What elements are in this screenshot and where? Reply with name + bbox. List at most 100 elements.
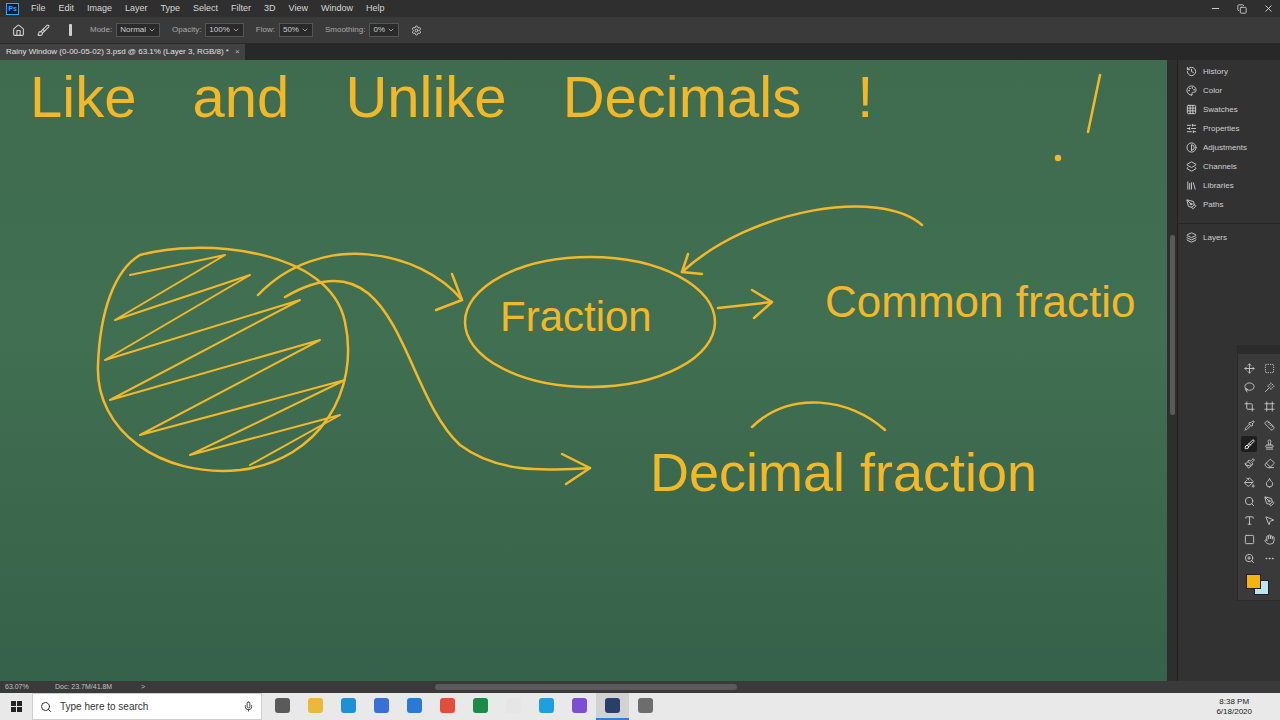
panel-tab[interactable]: Color — [1178, 81, 1280, 100]
tool-icon — [1244, 401, 1255, 412]
tool-button[interactable] — [1261, 550, 1277, 566]
windows-start-icon[interactable] — [0, 701, 32, 712]
canvas[interactable]: Like and Unlike Decimals !FractionCommon… — [0, 60, 1167, 681]
taskbar-app[interactable] — [365, 693, 398, 720]
menu-item[interactable]: Window — [321, 2, 353, 16]
taskbar-app[interactable] — [398, 693, 431, 720]
tool-button[interactable] — [1241, 398, 1257, 414]
tool-button[interactable] — [1241, 436, 1257, 452]
taskbar-app[interactable] — [497, 693, 530, 720]
taskbar-app[interactable] — [596, 693, 629, 720]
tool-button[interactable] — [1241, 493, 1257, 509]
menu-item[interactable]: Edit — [59, 2, 75, 16]
minimize-icon[interactable] — [1210, 3, 1221, 14]
panel-dock: HistoryColorSwatchesPropertiesAdjustment… — [1177, 60, 1280, 681]
panel-tab[interactable]: Swatches — [1178, 100, 1280, 119]
tool-button[interactable] — [1261, 474, 1277, 490]
menu-item[interactable]: 3D — [264, 2, 276, 16]
search-icon — [40, 701, 52, 713]
tool-button[interactable] — [1261, 455, 1277, 471]
tool-button[interactable] — [1261, 493, 1277, 509]
brush-preset[interactable] — [62, 22, 78, 38]
workspace: Like and Unlike Decimals !FractionCommon… — [0, 60, 1280, 681]
taskbar-app[interactable] — [464, 693, 497, 720]
tool-button[interactable] — [1261, 531, 1277, 547]
panel-tab[interactable]: Layers — [1178, 228, 1280, 247]
tool-button[interactable] — [1261, 417, 1277, 433]
tool-button[interactable] — [1261, 398, 1277, 414]
brush-tool-icon[interactable] — [37, 24, 50, 37]
app-icon — [374, 698, 389, 713]
tool-button[interactable] — [1261, 436, 1277, 452]
status-arrow[interactable]: > — [141, 682, 145, 693]
tool-icon — [1244, 553, 1255, 564]
tab-close-button[interactable]: × — [235, 46, 240, 58]
menu-item[interactable]: Filter — [231, 2, 251, 16]
smoothing-field[interactable]: 0% — [369, 23, 399, 37]
horizontal-scrollbar[interactable] — [435, 684, 737, 690]
flow-field[interactable]: 50% — [279, 23, 313, 37]
menu-item[interactable]: Select — [193, 2, 218, 16]
taskbar-app[interactable] — [332, 693, 365, 720]
panel-tab[interactable]: Adjustments — [1178, 138, 1280, 157]
panel-tab[interactable]: Paths — [1178, 195, 1280, 214]
home-icon[interactable] — [12, 24, 25, 37]
taskbar-app[interactable] — [563, 693, 596, 720]
tool-icon — [1244, 534, 1255, 545]
tool-button[interactable] — [1241, 550, 1257, 566]
tool-button[interactable] — [1241, 512, 1257, 528]
menu-item[interactable]: Help — [366, 2, 385, 16]
tool-button[interactable] — [1241, 474, 1257, 490]
opacity-field[interactable]: 100% — [205, 23, 243, 37]
restore-icon[interactable] — [1237, 4, 1247, 14]
panel-icon — [1186, 232, 1197, 243]
settings-icon[interactable] — [411, 25, 422, 36]
taskbar-app[interactable] — [431, 693, 464, 720]
color-swatches[interactable] — [1244, 572, 1274, 596]
zoom-level[interactable]: 63.07% — [5, 682, 55, 693]
tool-icon — [1264, 363, 1275, 374]
tool-button[interactable] — [1241, 379, 1257, 395]
panel-tab[interactable]: Libraries — [1178, 176, 1280, 195]
status-bar: 63.07%Doc: 23.7M/41.8M> — [0, 681, 1280, 693]
dropdown-icon — [232, 26, 240, 34]
panel-icon — [1186, 142, 1197, 153]
clock-date[interactable]: 6/18/2020 — [1216, 707, 1252, 717]
tool-button[interactable] — [1241, 531, 1257, 547]
document-tab[interactable]: Rainy Window (0-00-05-02) 3.psd @ 63.1% … — [0, 44, 245, 60]
menu-item[interactable]: Layer — [125, 2, 148, 16]
panel-tab[interactable]: Channels — [1178, 157, 1280, 176]
tool-button[interactable] — [1261, 379, 1277, 395]
fraction-label: Fraction — [500, 296, 652, 338]
menu-item[interactable]: View — [289, 2, 308, 16]
app-icon — [407, 698, 422, 713]
flow-label: Flow: — [256, 24, 275, 36]
tool-button[interactable] — [1241, 417, 1257, 433]
vertical-scrollbar[interactable] — [1167, 60, 1177, 681]
taskbar-app[interactable] — [299, 693, 332, 720]
canvas-title: Like and Unlike Decimals ! — [30, 68, 873, 126]
menu-item[interactable]: Type — [161, 2, 181, 16]
panel-tab[interactable]: Properties — [1178, 119, 1280, 138]
ps-logo-icon[interactable]: Ps — [6, 3, 19, 15]
search-box[interactable]: Type here to search — [32, 693, 262, 720]
tool-button[interactable] — [1241, 455, 1257, 471]
taskbar-app[interactable] — [629, 693, 662, 720]
mode-label: Mode: — [90, 24, 112, 36]
tool-button[interactable] — [1261, 512, 1277, 528]
tool-button[interactable] — [1261, 360, 1277, 376]
mic-icon — [243, 701, 254, 712]
clock-time[interactable]: 8:38 PM — [1219, 697, 1249, 707]
panel-icon — [1186, 104, 1197, 115]
panel-tab[interactable]: History — [1178, 62, 1280, 81]
dropdown-icon — [148, 26, 156, 34]
mode-field[interactable]: Normal — [116, 23, 160, 37]
menu-item[interactable]: Image — [87, 2, 112, 16]
tool-button[interactable] — [1241, 360, 1257, 376]
app-icon — [506, 698, 521, 713]
close-icon[interactable] — [1263, 3, 1274, 14]
taskbar-app[interactable] — [266, 693, 299, 720]
menu-bar: Ps File Edit Image Layer Type Select Filter 3D Vi… — [0, 0, 1280, 17]
taskbar-app[interactable] — [530, 693, 563, 720]
menu-item[interactable]: File — [31, 2, 46, 16]
